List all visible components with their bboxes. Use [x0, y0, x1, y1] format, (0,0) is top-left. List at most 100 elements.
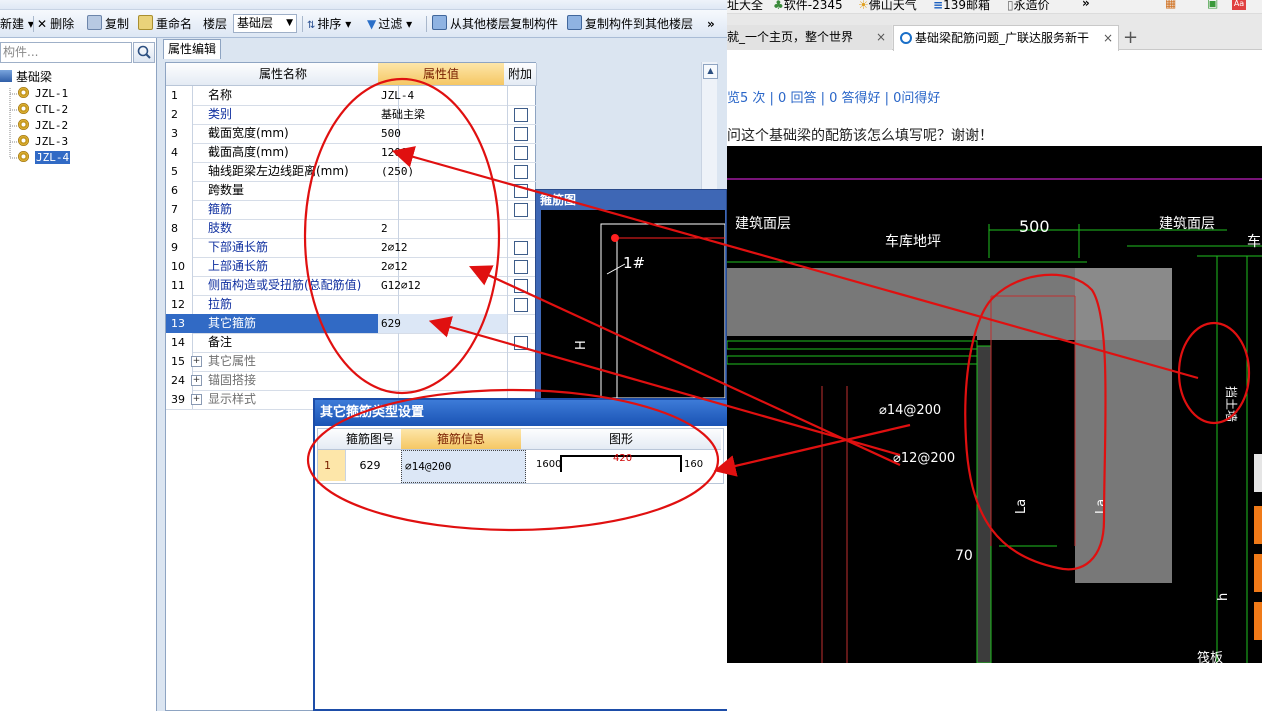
filter-button[interactable]: ▼ 过滤 ▾	[367, 15, 412, 33]
copy-from-floor-button[interactable]: 从其他楼层复制构件	[432, 15, 558, 33]
property-row[interactable]: 6 跨数量	[166, 181, 536, 201]
property-value[interactable]	[378, 352, 508, 371]
expand-icon[interactable]: +	[191, 356, 202, 367]
property-value[interactable]	[378, 295, 508, 314]
property-value[interactable]: 1200	[378, 143, 508, 162]
filter-icon: ▼	[367, 17, 377, 31]
scroll-up-button[interactable]: ▲	[703, 64, 718, 79]
side-button[interactable]	[1254, 506, 1262, 544]
bookmark-more-button[interactable]: »	[1082, 0, 1090, 10]
property-row[interactable]: 3 截面宽度(mm) 500	[166, 124, 536, 144]
property-value[interactable]: 基础主梁	[378, 105, 508, 124]
property-extra-checkbox[interactable]	[514, 279, 528, 293]
property-row[interactable]: 2 类别 基础主梁	[166, 105, 536, 125]
side-button[interactable]	[1254, 554, 1262, 592]
side-button[interactable]	[1254, 454, 1262, 492]
property-extra-checkbox[interactable]	[514, 203, 528, 217]
tree-item-jzl-3[interactable]: JZL-3	[18, 134, 68, 150]
tree-item-jzl-4[interactable]: JZL-4	[18, 150, 71, 166]
pdf-icon[interactable]: Aa	[1232, 0, 1246, 10]
property-row[interactable]: 24 + 锚固搭接	[166, 371, 536, 391]
property-value[interactable]: 2⌀12	[378, 257, 508, 276]
browser-tab-active[interactable]: 基础梁配筋问题_广联达服务新干 ×	[893, 25, 1119, 51]
property-value[interactable]: 629	[378, 314, 508, 333]
property-value[interactable]: 2	[378, 219, 508, 238]
property-extra-checkbox[interactable]	[514, 260, 528, 274]
property-row[interactable]: 9 下部通长筋 2⌀12	[166, 238, 536, 258]
property-extra-checkbox[interactable]	[514, 127, 528, 141]
copy-button[interactable]: 复制	[87, 15, 129, 33]
property-row[interactable]: 13 其它箍筋 629	[166, 314, 536, 334]
property-value[interactable]: 2⌀12	[378, 238, 508, 257]
bookmark-item[interactable]: 址大全	[727, 0, 763, 13]
rename-button[interactable]: 重命名	[138, 15, 192, 33]
new-tab-button[interactable]: +	[1123, 25, 1143, 50]
stirrup-shape-figure[interactable]: 1600 420 160	[521, 450, 721, 481]
property-value[interactable]	[378, 371, 508, 390]
browser-tab-strip: 就_一个主页，整个世界 × 基础梁配筋问题_广联达服务新干 × +	[727, 14, 1262, 51]
property-row[interactable]: 15 + 其它属性	[166, 352, 536, 372]
property-row[interactable]: 5 轴线距梁左边线距离(mm) (250)	[166, 162, 536, 182]
property-value[interactable]	[378, 200, 508, 219]
bookmark-item[interactable]: ▯永造价	[1007, 0, 1050, 13]
bookmark-item[interactable]: ☀佛山天气	[858, 0, 917, 13]
bookmark-item[interactable]: ♣软件-2345	[773, 0, 843, 13]
property-row[interactable]: 10 上部通长筋 2⌀12	[166, 257, 536, 277]
property-extra-checkbox[interactable]	[514, 298, 528, 312]
property-extra-checkbox[interactable]	[514, 241, 528, 255]
tab-close-icon[interactable]: ×	[1101, 26, 1116, 51]
property-row[interactable]: 4 截面高度(mm) 1200	[166, 143, 536, 163]
search-icon	[137, 45, 151, 59]
expand-icon[interactable]: +	[191, 375, 202, 386]
floor-select[interactable]: 基础层 ▼	[233, 14, 297, 33]
rename-icon	[138, 15, 153, 30]
copy-icon	[87, 15, 102, 30]
property-row[interactable]: 11 侧面构造或受扭筋(总配筋值) G12⌀12	[166, 276, 536, 296]
tab-property-edit[interactable]: 属性编辑	[163, 39, 221, 59]
cad-drawing-image: 建筑面层 车库地坪 500 建筑面层 车 ⌀14@200 ⌀12@200 La …	[727, 146, 1262, 663]
property-value[interactable]: 500	[378, 124, 508, 143]
apps-icon[interactable]: ▦	[1165, 0, 1176, 10]
side-button[interactable]	[1254, 602, 1262, 640]
new-button[interactable]: 新建 ▾	[0, 15, 34, 33]
stirrup-grid-header-info: 箍筋信息	[401, 429, 522, 450]
expand-icon[interactable]: +	[191, 394, 202, 405]
property-name: 其它箍筋	[188, 314, 399, 333]
property-row[interactable]: 14 备注	[166, 333, 536, 353]
browser-tab-home[interactable]: 就_一个主页，整个世界 ×	[727, 25, 892, 50]
stirrup-shape-no-cell[interactable]: 629	[339, 450, 402, 481]
property-grid-scrollbar[interactable]: ▲	[701, 62, 718, 192]
delete-button[interactable]: ✕ 删除	[37, 15, 74, 33]
cad-label-rebar-12: ⌀12@200	[893, 451, 955, 466]
search-input[interactable]: 构件...	[0, 42, 132, 63]
property-value[interactable]: G12⌀12	[378, 276, 508, 295]
property-extra-checkbox[interactable]	[514, 336, 528, 350]
copy-from-floor-icon	[432, 15, 447, 30]
property-row[interactable]: 12 拉筋	[166, 295, 536, 315]
bookmark-item[interactable]: ≡139邮箱	[933, 0, 990, 13]
property-name: 侧面构造或受扭筋(总配筋值)	[188, 276, 399, 295]
property-extra-checkbox[interactable]	[514, 146, 528, 160]
tree-item-jzl-1[interactable]: JZL-1	[18, 86, 68, 102]
toolbar-more-button[interactable]: »	[707, 15, 715, 33]
property-row[interactable]: 1 名称 JZL-4	[166, 86, 536, 106]
property-value[interactable]: (250)	[378, 162, 508, 181]
property-extra-checkbox[interactable]	[514, 184, 528, 198]
stirrup-info-cell[interactable]: ⌀14@200	[401, 450, 526, 483]
property-value[interactable]	[378, 181, 508, 200]
property-row[interactable]: 7 箍筋	[166, 200, 536, 220]
search-button[interactable]	[133, 42, 155, 63]
copy-to-floor-button[interactable]: 复制构件到其他楼层	[567, 15, 693, 33]
property-extra-checkbox[interactable]	[514, 108, 528, 122]
tab-close-icon[interactable]: ×	[876, 25, 886, 50]
tree-item-jzl-2[interactable]: JZL-2	[18, 118, 68, 134]
property-extra-checkbox[interactable]	[514, 165, 528, 179]
tree-item-ctl-2[interactable]: CTL-2	[18, 102, 68, 118]
sort-button[interactable]: ⇅ 排序 ▾	[307, 15, 351, 33]
property-row[interactable]: 8 肢数 2	[166, 219, 536, 239]
property-value[interactable]	[378, 333, 508, 352]
window-icon[interactable]: ▣	[1207, 0, 1218, 10]
tree-dotted-lines	[9, 88, 18, 159]
property-name-text: 其它箍筋	[208, 316, 257, 330]
property-value[interactable]: JZL-4	[378, 86, 508, 105]
